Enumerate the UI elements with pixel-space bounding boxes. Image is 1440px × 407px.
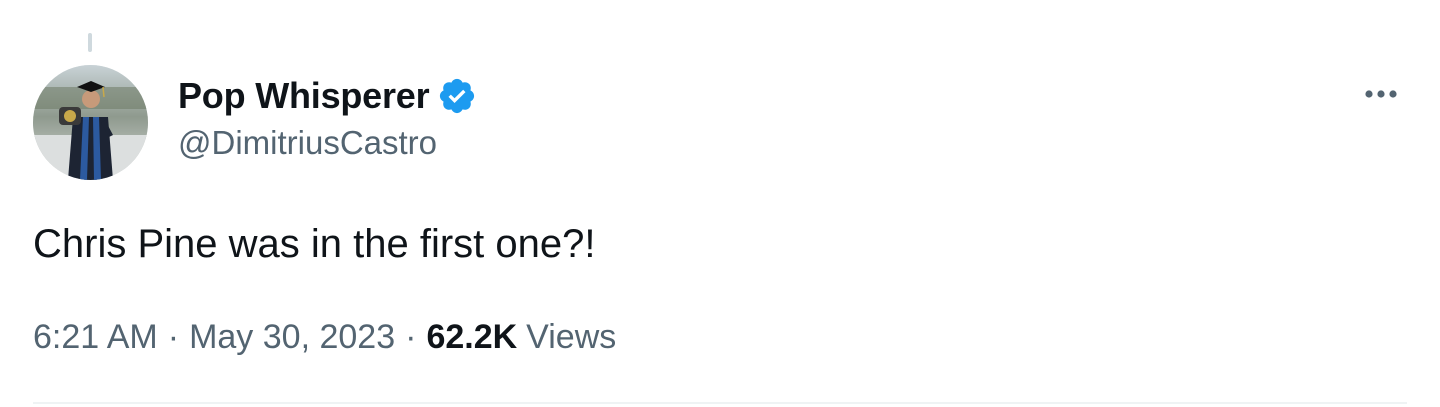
author-handle[interactable]: @DimitriusCastro	[178, 124, 437, 162]
thread-connector-line	[88, 33, 92, 52]
tweet-date[interactable]: May 30, 2023	[189, 318, 395, 357]
divider	[33, 402, 1407, 404]
tweet-text: Chris Pine was in the first one?!	[33, 222, 596, 266]
more-horizontal-icon	[1365, 90, 1397, 98]
tweet-time[interactable]: 6:21 AM	[33, 318, 158, 357]
meta-separator: ·	[167, 318, 180, 356]
tweet-meta: 6:21 AM · May 30, 2023 · 62.2K Views	[33, 318, 616, 357]
views-count: 62.2K	[426, 318, 518, 356]
avatar[interactable]	[33, 65, 148, 180]
views-label: Views	[526, 318, 617, 356]
meta-separator: ·	[405, 318, 417, 356]
author-name-row: Pop Whisperer	[178, 74, 477, 118]
graduate-avatar-icon	[33, 65, 148, 180]
more-options-button[interactable]	[1356, 72, 1406, 116]
tweet-card: Pop Whisperer @DimitriusCastro Chris Pin…	[0, 0, 1440, 407]
verified-badge-icon[interactable]	[437, 76, 477, 116]
author-display-name[interactable]: Pop Whisperer	[178, 75, 430, 117]
